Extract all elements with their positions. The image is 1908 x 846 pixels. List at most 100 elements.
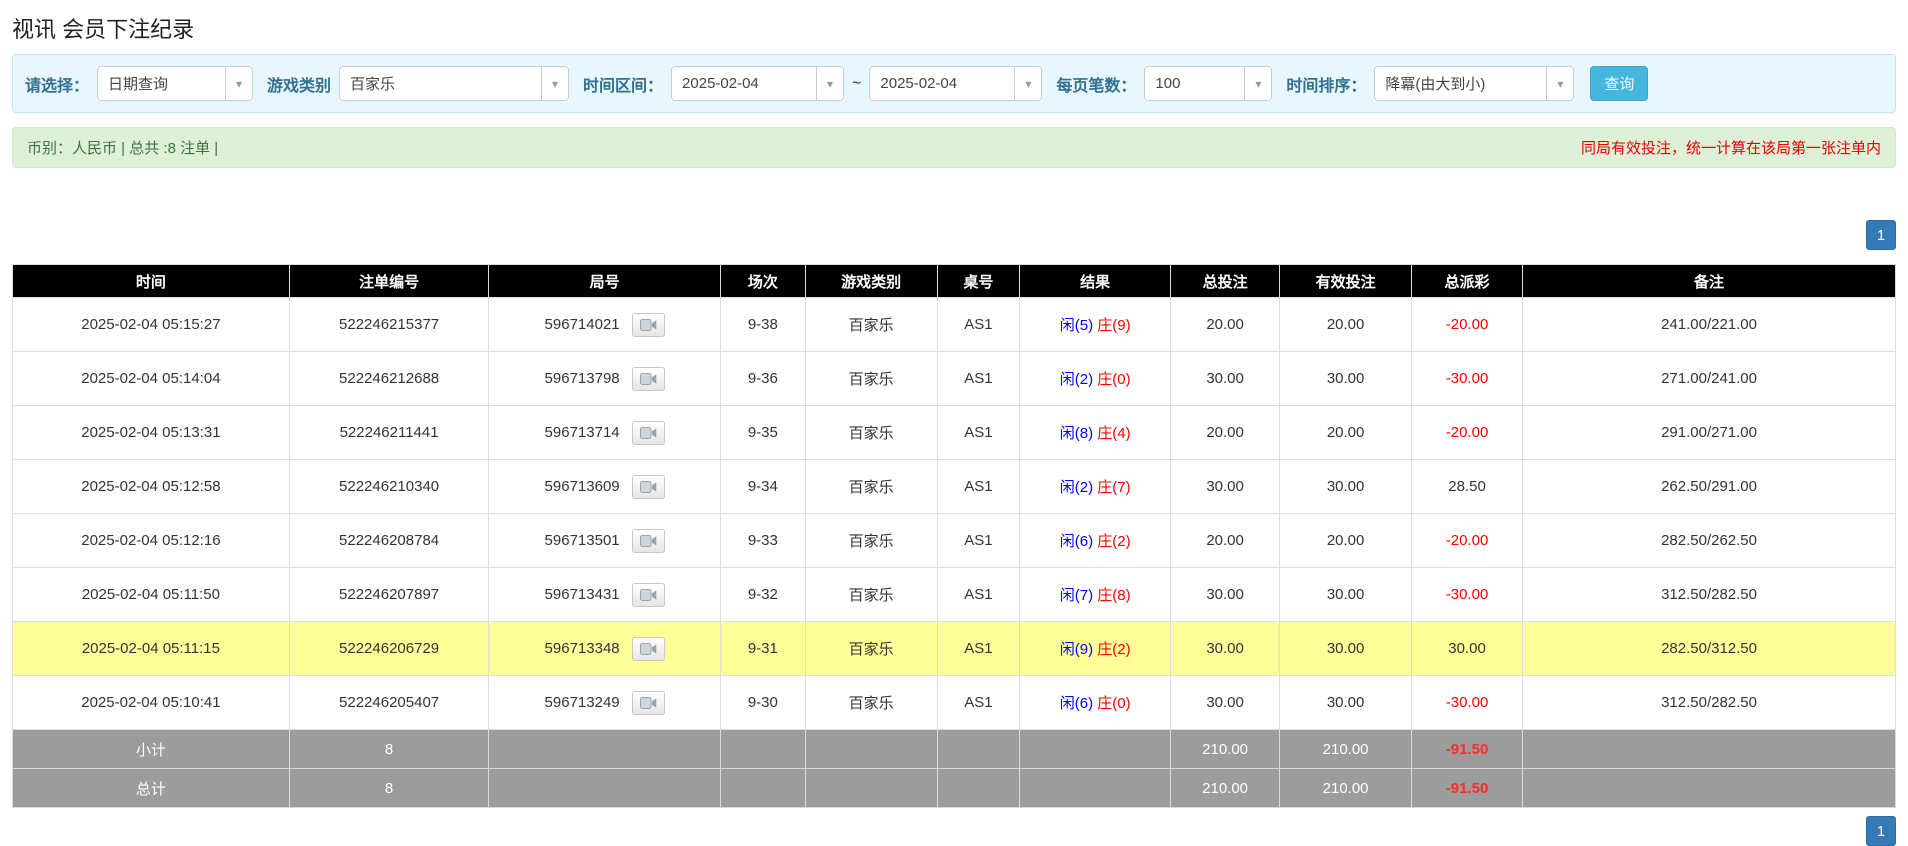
cell-note: 282.50/262.50 (1523, 514, 1896, 568)
table-row: 2025-02-04 05:14:04 522246212688 5967137… (13, 352, 1896, 406)
cell-payout: 30.00 (1411, 622, 1522, 676)
date-to-input[interactable] (869, 66, 1014, 101)
query-type-dropdown-button[interactable]: ▾ (225, 66, 253, 101)
cell-session: 9-31 (720, 622, 805, 676)
result-banker: 庄(2) (1097, 533, 1130, 550)
cell-bet-id: 522246211441 (289, 406, 489, 460)
cell-result: 闲(6) 庄(2) (1020, 514, 1171, 568)
cell-time: 2025-02-04 05:11:50 (13, 568, 290, 622)
total-payout: -91.50 (1411, 769, 1522, 808)
cell-game-type: 百家乐 (805, 352, 937, 406)
result-banker: 庄(8) (1097, 587, 1130, 604)
subtotal-total-bet: 210.00 (1170, 730, 1279, 769)
pagination-top: 1 (12, 220, 1896, 250)
subtotal-payout: -91.50 (1411, 730, 1522, 769)
video-replay-button[interactable] (632, 313, 665, 337)
video-replay-button[interactable] (632, 583, 665, 607)
cell-time: 2025-02-04 05:14:04 (13, 352, 290, 406)
round-id-text: 596713798 (545, 369, 620, 386)
game-type-label: 游戏类别 (267, 72, 331, 96)
result-player: 闲(6) (1060, 695, 1093, 712)
date-to-dropdown-button[interactable]: ▾ (1014, 66, 1042, 101)
cell-result: 闲(2) 庄(7) (1020, 460, 1171, 514)
cell-note: 262.50/291.00 (1523, 460, 1896, 514)
cell-bet-id: 522246212688 (289, 352, 489, 406)
subtotal-row: 小计 8 210.00 210.00 -91.50 (13, 730, 1896, 769)
cell-table-no: AS1 (937, 622, 1020, 676)
video-replay-button[interactable] (632, 421, 665, 445)
cell-session: 9-35 (720, 406, 805, 460)
video-icon (640, 644, 657, 659)
result-banker: 庄(0) (1097, 371, 1130, 388)
total-count: 8 (289, 769, 489, 808)
result-player: 闲(9) (1060, 641, 1093, 658)
col-header-valid-bet: 有效投注 (1280, 265, 1412, 298)
table-row: 2025-02-04 05:11:15 522246206729 5967133… (13, 622, 1896, 676)
cell-valid-bet: 30.00 (1280, 568, 1412, 622)
game-type-input[interactable] (339, 66, 541, 101)
cell-bet-id: 522246205407 (289, 676, 489, 730)
total-total-bet: 210.00 (1170, 769, 1279, 808)
date-to-combo: ▾ (869, 66, 1042, 101)
cell-result: 闲(2) 庄(0) (1020, 352, 1171, 406)
cell-round-id: 596713714 (489, 406, 721, 460)
subtotal-valid-bet: 210.00 (1280, 730, 1412, 769)
cell-valid-bet: 20.00 (1280, 514, 1412, 568)
cell-table-no: AS1 (937, 298, 1020, 352)
search-button[interactable]: 查询 (1590, 66, 1648, 101)
cell-total-bet[interactable]: 30.00 (1170, 352, 1279, 406)
date-from-dropdown-button[interactable]: ▾ (816, 66, 844, 101)
result-banker: 庄(4) (1097, 425, 1130, 442)
cell-total-bet[interactable]: 30.00 (1170, 568, 1279, 622)
page-title: 视讯 会员下注纪录 (12, 12, 1896, 44)
table-body: 2025-02-04 05:15:27 522246215377 5967140… (13, 298, 1896, 730)
cell-note: 282.50/312.50 (1523, 622, 1896, 676)
game-type-dropdown-button[interactable]: ▾ (541, 66, 569, 101)
result-player: 闲(2) (1060, 479, 1093, 496)
result-player: 闲(6) (1060, 533, 1093, 550)
cell-round-id: 596713348 (489, 622, 721, 676)
cell-bet-id: 522246210340 (289, 460, 489, 514)
cell-note: 312.50/282.50 (1523, 676, 1896, 730)
page-size-input[interactable] (1144, 66, 1244, 101)
date-from-input[interactable] (671, 66, 816, 101)
cell-payout: -20.00 (1411, 406, 1522, 460)
subtotal-count: 8 (289, 730, 489, 769)
cell-total-bet[interactable]: 20.00 (1170, 514, 1279, 568)
page-button-1[interactable]: 1 (1866, 220, 1896, 250)
cell-result: 闲(9) 庄(2) (1020, 622, 1171, 676)
cell-session: 9-32 (720, 568, 805, 622)
query-type-input[interactable] (97, 66, 225, 101)
page-size-dropdown-button[interactable]: ▾ (1244, 66, 1272, 101)
cell-total-bet[interactable]: 30.00 (1170, 622, 1279, 676)
cell-payout: -30.00 (1411, 676, 1522, 730)
cell-result: 闲(5) 庄(9) (1020, 298, 1171, 352)
records-table: 时间 注单编号 局号 场次 游戏类别 桌号 结果 总投注 有效投注 总派彩 备注… (12, 264, 1896, 808)
cell-session: 9-34 (720, 460, 805, 514)
cell-session: 9-30 (720, 676, 805, 730)
cell-total-bet[interactable]: 30.00 (1170, 676, 1279, 730)
table-row: 2025-02-04 05:12:58 522246210340 5967136… (13, 460, 1896, 514)
total-row: 总计 8 210.00 210.00 -91.50 (13, 769, 1896, 808)
result-player: 闲(7) (1060, 587, 1093, 604)
cell-total-bet[interactable]: 30.00 (1170, 460, 1279, 514)
cell-result: 闲(7) 庄(8) (1020, 568, 1171, 622)
sort-order-input[interactable] (1374, 66, 1546, 101)
video-replay-button[interactable] (632, 637, 665, 661)
col-header-result: 结果 (1020, 265, 1171, 298)
sort-order-dropdown-button[interactable]: ▾ (1546, 66, 1574, 101)
cell-total-bet[interactable]: 20.00 (1170, 298, 1279, 352)
cell-session: 9-33 (720, 514, 805, 568)
video-replay-button[interactable] (632, 367, 665, 391)
video-replay-button[interactable] (632, 475, 665, 499)
cell-bet-id: 522246215377 (289, 298, 489, 352)
page-size-combo: ▾ (1144, 66, 1272, 101)
table-row: 2025-02-04 05:13:31 522246211441 5967137… (13, 406, 1896, 460)
cell-total-bet[interactable]: 20.00 (1170, 406, 1279, 460)
video-replay-button[interactable] (632, 691, 665, 715)
chevron-down-icon: ▾ (1557, 78, 1563, 90)
result-banker: 庄(2) (1097, 641, 1130, 658)
page-button-1[interactable]: 1 (1866, 816, 1896, 846)
video-replay-button[interactable] (632, 529, 665, 553)
cell-game-type: 百家乐 (805, 622, 937, 676)
